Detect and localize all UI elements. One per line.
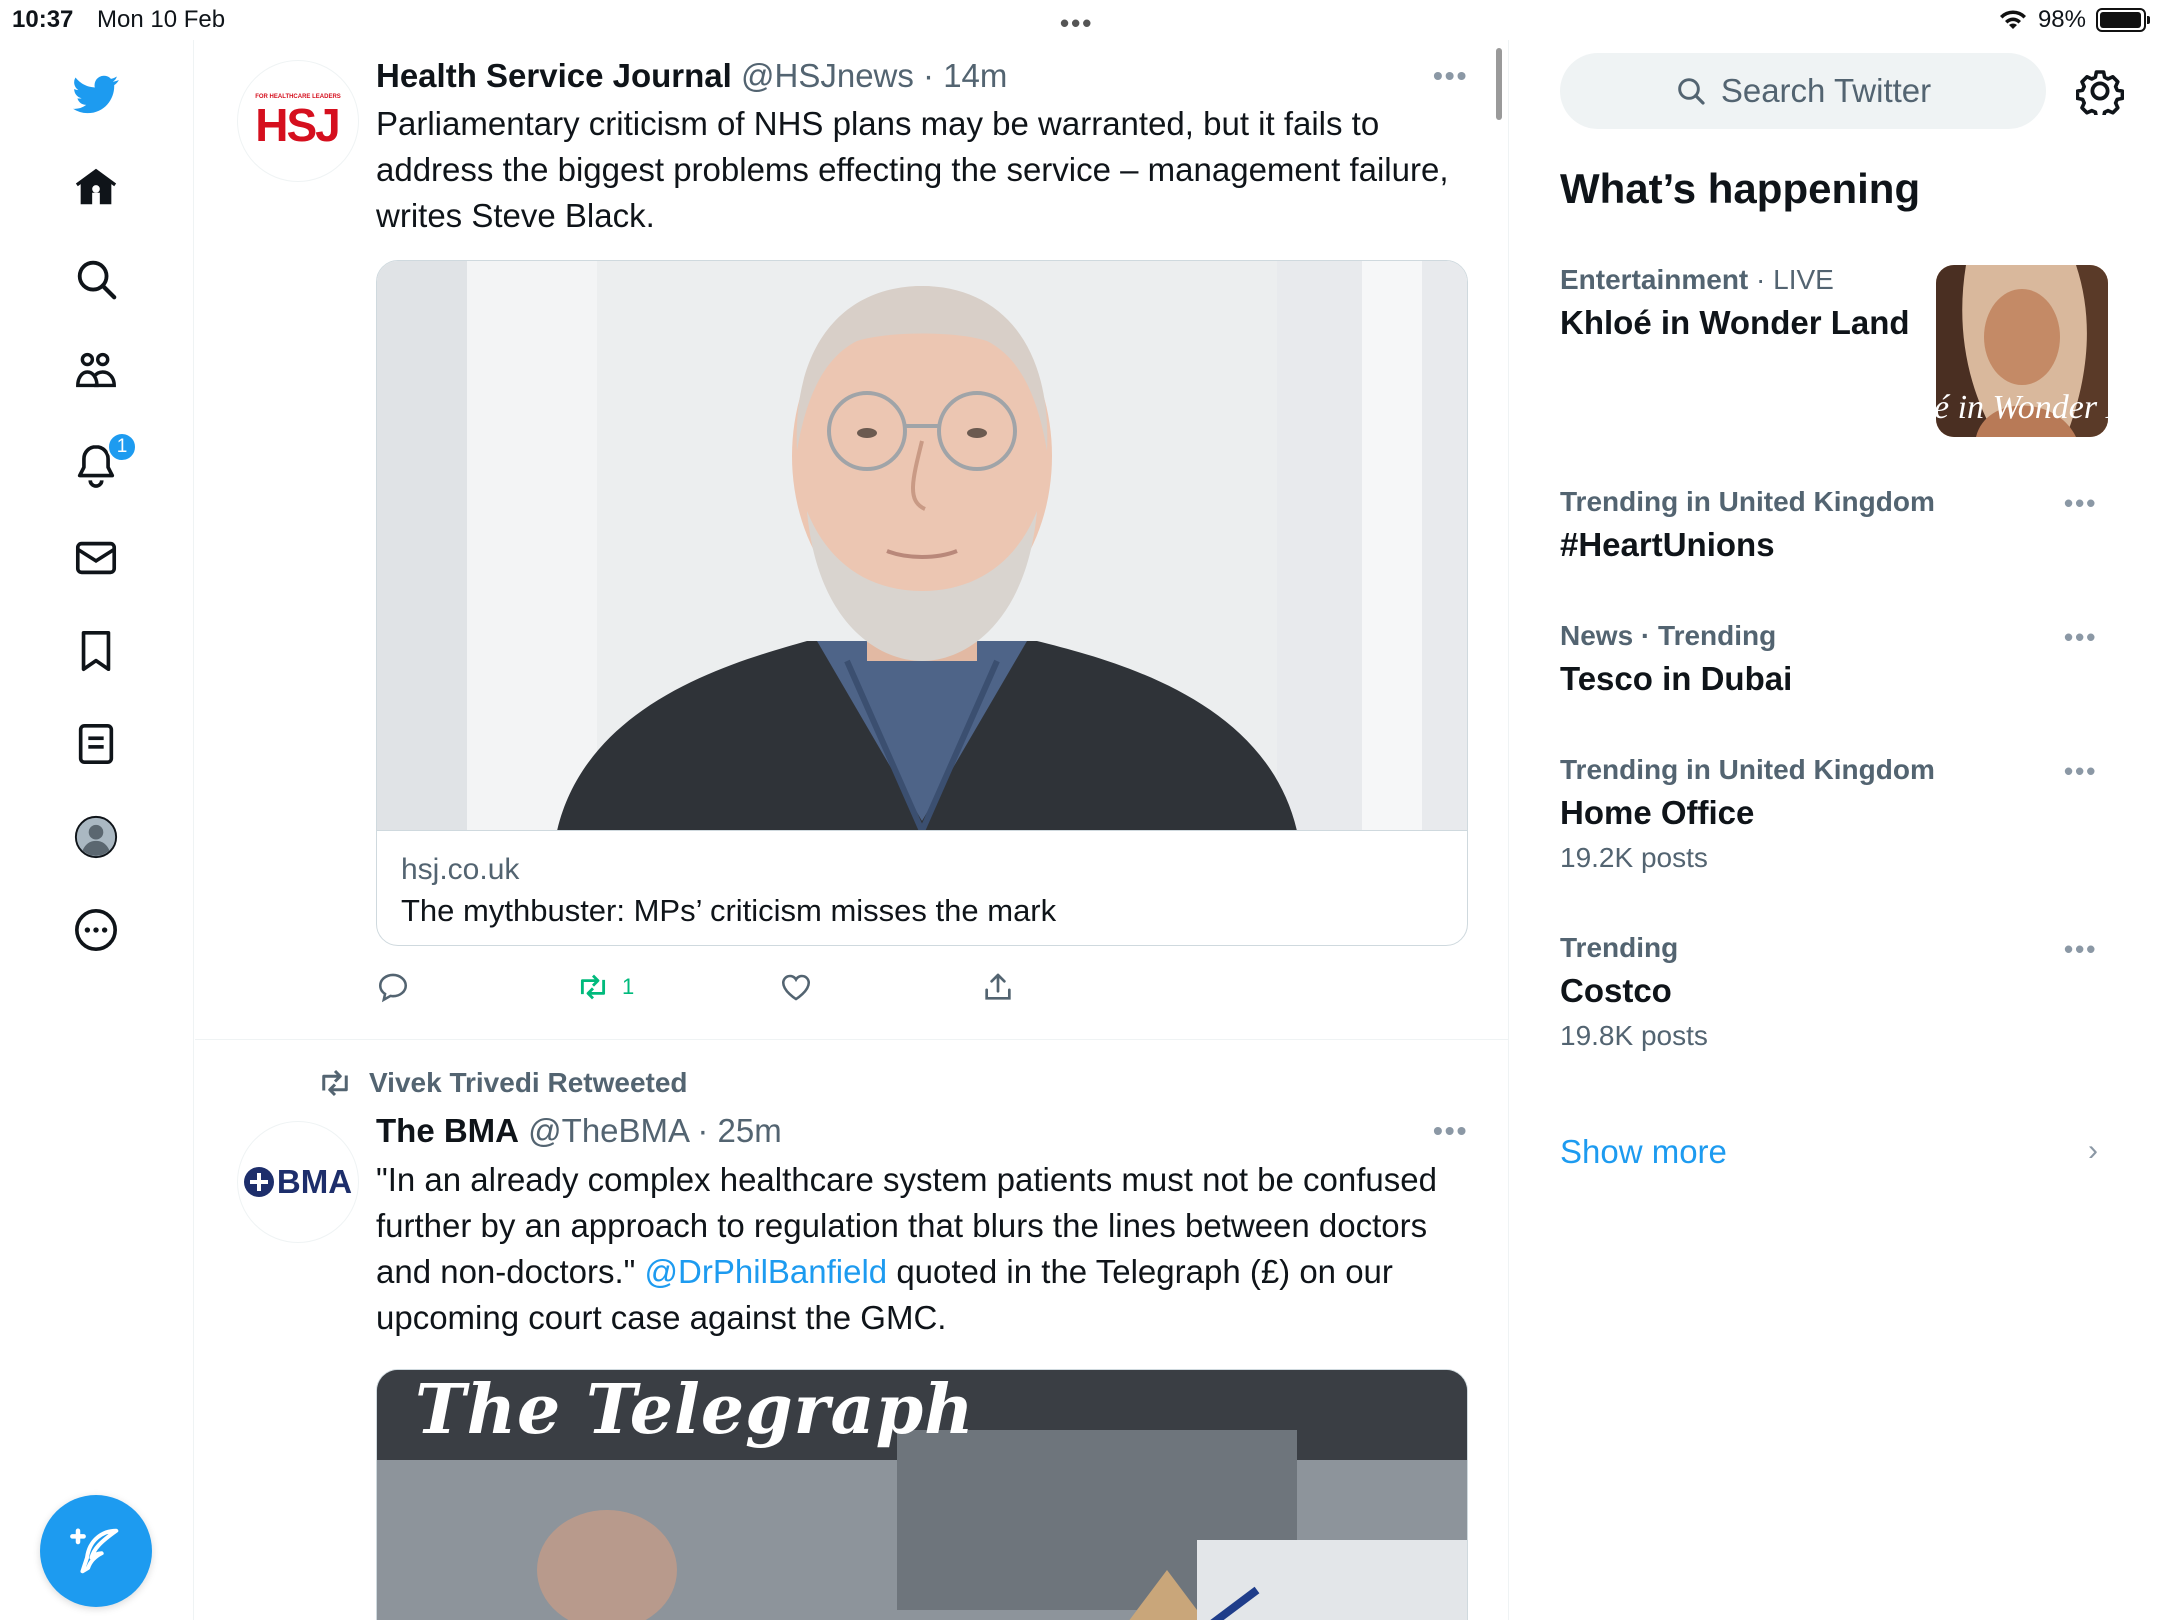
- mention-link[interactable]: @DrPhilBanfield: [645, 1253, 888, 1290]
- more-options-icon[interactable]: [67, 901, 125, 959]
- retweet-icon: [580, 974, 606, 1000]
- retweet-count: 1: [622, 974, 635, 999]
- twitter-logo-icon[interactable]: [67, 65, 125, 123]
- trend-category-text: Entertainment: [1560, 264, 1749, 295]
- trend-item[interactable]: News · Trending Tesco in Dubai: [1560, 620, 2120, 698]
- status-date: Mon 10 Feb: [97, 6, 226, 33]
- like-button[interactable]: [779, 970, 813, 1004]
- reply-icon: [378, 973, 408, 1003]
- share-button[interactable]: [981, 970, 1015, 1004]
- media-masthead-text: The Telegraph: [415, 1370, 975, 1450]
- trend-thumbnail[interactable]: é in Wonder I: [1936, 265, 2108, 437]
- tweet-more-icon[interactable]: •••: [1433, 60, 1468, 92]
- profile-avatar-icon[interactable]: [67, 808, 125, 866]
- link-card-image: [377, 261, 1467, 831]
- trend-name: Costco: [1560, 972, 1672, 1009]
- trend-post-count: 19.2K posts: [1560, 842, 1708, 873]
- communities-icon[interactable]: [67, 343, 125, 401]
- tweet-text: "In an already complex healthcare system…: [376, 1157, 1456, 1341]
- left-navigation: 1: [0, 40, 194, 1620]
- retweet-indicator-icon: [322, 1069, 348, 1097]
- portrait-photo: [377, 261, 1467, 830]
- retweeted-by-line: Vivek Trivedi Retweeted: [317, 1065, 688, 1101]
- trend-category: Trending in United Kingdom: [1560, 754, 1935, 785]
- notifications-bell-icon[interactable]: 1: [67, 432, 137, 494]
- trend-category: Trending in United Kingdom: [1560, 486, 1935, 517]
- status-time: 10:37: [12, 6, 74, 33]
- trend-item[interactable]: Trending in United Kingdom Home Office 1…: [1560, 754, 2120, 874]
- wifi-icon: [1999, 10, 2026, 29]
- chevron-right-icon[interactable]: ›: [2088, 1134, 2098, 1168]
- notifications-badge: 1: [107, 432, 137, 462]
- link-card-title: The mythbuster: MPs’ criticism misses th…: [401, 893, 1057, 928]
- tweet[interactable]: FOR HEALTHCARE LEADERS HSJ Health Service…: [195, 40, 1508, 1040]
- trend-item[interactable]: Trending in United Kingdom #HeartUnions: [1560, 486, 2120, 564]
- battery-icon: [2096, 8, 2150, 32]
- multitasking-dots-icon[interactable]: •••: [1060, 8, 1093, 39]
- retweet-button[interactable]: 1: [576, 970, 634, 1004]
- battery-percent: 98%: [2037, 6, 2086, 33]
- trend-name: Home Office: [1560, 794, 1755, 831]
- trend-more-icon[interactable]: •••: [2064, 756, 2097, 787]
- search-icon[interactable]: [67, 250, 125, 308]
- reply-button[interactable]: [376, 970, 410, 1004]
- compose-feather-icon: [70, 1528, 119, 1574]
- bma-avatar-text: BMA: [276, 1163, 353, 1200]
- tweet-text: Parliamentary criticism of NHS plans may…: [376, 105, 1449, 234]
- trend-name: #HeartUnions: [1560, 526, 1775, 563]
- bookmarks-icon[interactable]: [67, 622, 125, 680]
- trend-more-icon[interactable]: •••: [2064, 934, 2097, 965]
- bma-avatar[interactable]: BMA: [237, 1121, 359, 1243]
- link-card[interactable]: hsj.co.uk The mythbuster: MPs’ criticism…: [376, 260, 1468, 946]
- search-input[interactable]: Search Twitter: [1560, 53, 2046, 129]
- compose-tweet-button[interactable]: [40, 1495, 152, 1607]
- trend-category: News · Trending: [1560, 620, 1777, 651]
- tweet-author-name[interactable]: Health Service Journal: [376, 57, 732, 94]
- bma-logo-mark: [243, 1167, 274, 1197]
- trend-category: Trending: [1560, 932, 1679, 963]
- tweet-media[interactable]: The Telegraph: [376, 1369, 1468, 1620]
- messages-icon[interactable]: [67, 529, 125, 587]
- trend-name: Tesco in Dubai: [1560, 660, 1793, 697]
- whats-happening-heading: What’s happening: [1560, 165, 1921, 212]
- search-icon: [1678, 78, 1705, 105]
- home-icon[interactable]: [67, 158, 125, 216]
- hsj-avatar[interactable]: FOR HEALTHCARE LEADERS HSJ: [237, 60, 359, 182]
- tweet-header: The BMA @TheBMA · 25m: [376, 1112, 782, 1150]
- link-card-domain: hsj.co.uk: [401, 853, 520, 886]
- tweet[interactable]: Vivek Trivedi Retweeted BMA The BMA @The…: [195, 1041, 1508, 1620]
- status-bar: 10:37 Mon 10 Feb ••• 98%: [0, 0, 2160, 40]
- tweet-actions: 1: [376, 970, 1076, 1012]
- tweet-more-icon[interactable]: •••: [1433, 1115, 1468, 1147]
- trend-live-label: · LIVE: [1748, 264, 1834, 295]
- timeline[interactable]: FOR HEALTHCARE LEADERS HSJ Health Service…: [195, 40, 1509, 1620]
- right-sidebar: Search Twitter What’s happening Entertai…: [1510, 40, 2160, 1620]
- tweet-handle-time: @HSJnews · 14m: [741, 57, 1008, 94]
- trend-more-icon[interactable]: •••: [2064, 488, 2097, 519]
- search-placeholder: Search Twitter: [1720, 72, 1932, 109]
- share-icon: [985, 973, 1011, 1000]
- heart-icon: [781, 974, 811, 1001]
- tweet-header: Health Service Journal @HSJnews · 14m: [376, 57, 1007, 95]
- trend-more-icon[interactable]: •••: [2064, 622, 2097, 653]
- trend-thumbnail-text: é in Wonder I: [1936, 389, 2108, 426]
- hsj-avatar-text: HSJ: [255, 99, 340, 151]
- trend-post-count: 19.8K posts: [1560, 1020, 1708, 1051]
- retweeted-by-text[interactable]: Vivek Trivedi Retweeted: [369, 1067, 688, 1099]
- lists-icon[interactable]: [67, 715, 125, 773]
- tweet-handle-time: @TheBMA · 25m: [528, 1112, 782, 1149]
- trend-item[interactable]: Trending Costco 19.8K posts: [1560, 932, 2120, 1052]
- tweet-author-name[interactable]: The BMA: [376, 1112, 519, 1149]
- settings-gear-icon[interactable]: [2076, 67, 2124, 115]
- show-more-link[interactable]: Show more: [1560, 1133, 1727, 1171]
